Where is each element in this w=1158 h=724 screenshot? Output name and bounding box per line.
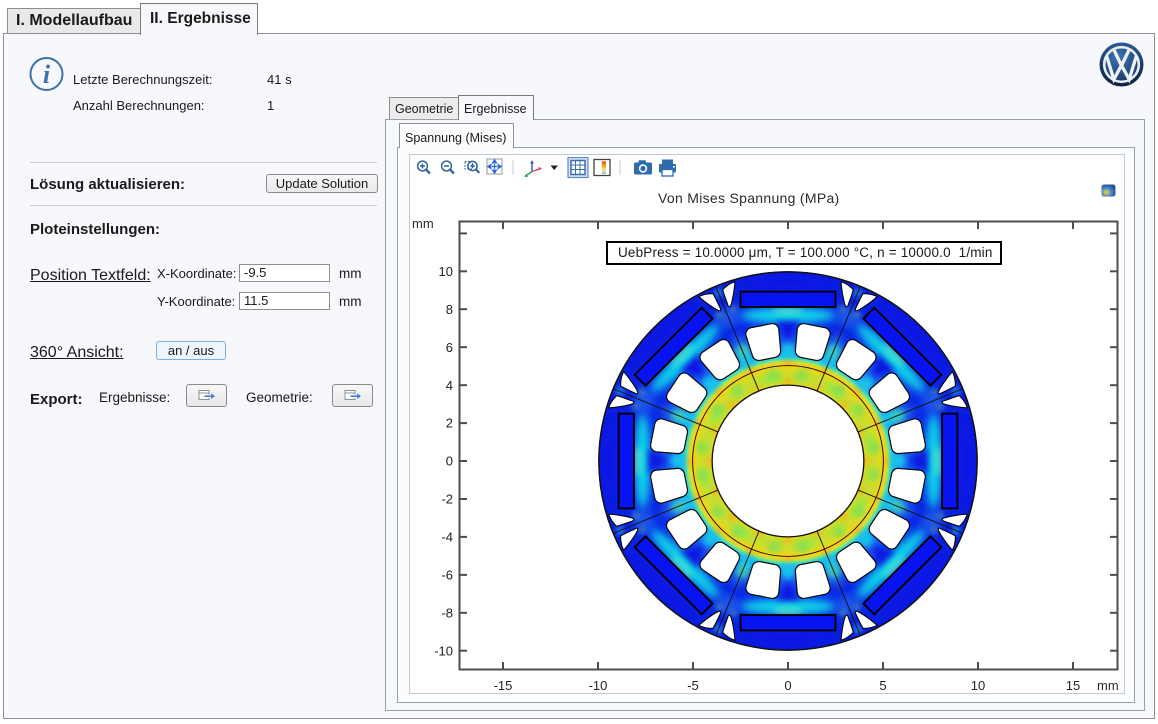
svg-text:2: 2 (446, 416, 453, 431)
svg-text:-6: -6 (441, 568, 453, 583)
svg-text:15: 15 (1066, 678, 1080, 693)
svg-text:0: 0 (446, 454, 453, 469)
svg-text:i: i (43, 60, 51, 89)
svg-text:10: 10 (439, 264, 453, 279)
svg-text:-2: -2 (441, 492, 453, 507)
svg-text:-10: -10 (434, 643, 453, 658)
svg-text:8: 8 (446, 302, 453, 317)
svg-text:-15: -15 (494, 678, 513, 693)
svg-text:-4: -4 (441, 530, 453, 545)
svg-text:6: 6 (446, 340, 453, 355)
svg-text:4: 4 (446, 378, 453, 393)
svg-text:-8: -8 (441, 605, 453, 620)
